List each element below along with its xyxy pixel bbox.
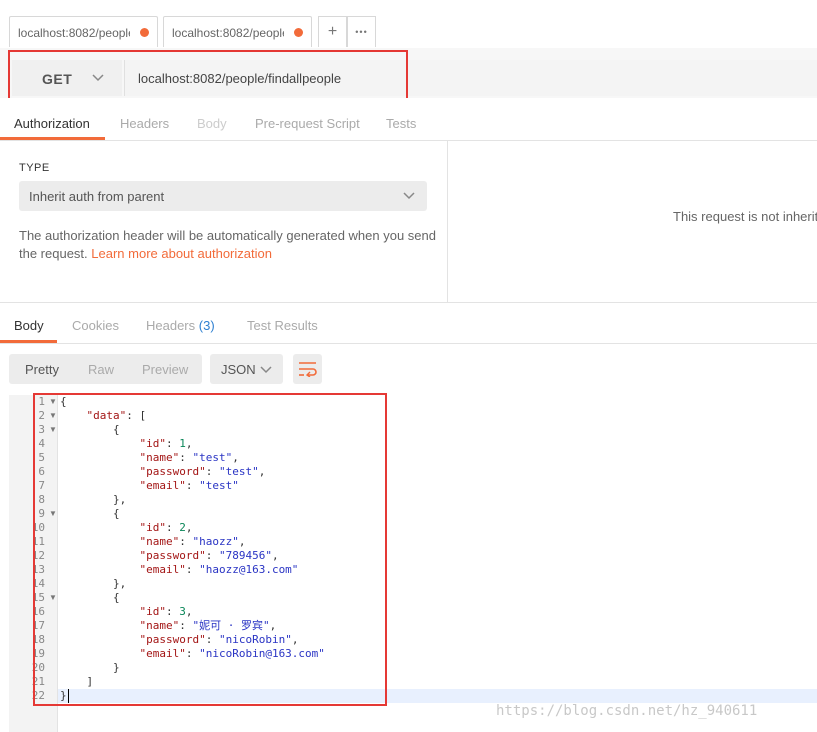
auth-help: The authorization header will be automat…: [19, 227, 439, 263]
tab-response-headers[interactable]: Headers (3): [146, 318, 215, 333]
auth-type-label: TYPE: [19, 162, 50, 174]
format-select[interactable]: JSON: [210, 354, 283, 384]
view-raw-button[interactable]: Raw: [88, 362, 114, 377]
tab-cookies[interactable]: Cookies: [72, 318, 119, 333]
view-mode-group: Pretty Raw Preview: [9, 354, 202, 384]
tab-body[interactable]: Body: [197, 116, 227, 131]
auth-panel: [0, 141, 448, 302]
tab-response-headers-label: Headers: [146, 318, 196, 333]
highlight-box-url: [8, 50, 408, 102]
headers-count-badge: (3): [198, 318, 215, 333]
request-tab-1[interactable]: localhost:8082/people: [9, 16, 158, 47]
inherit-message: This request is not inheriti: [673, 209, 817, 224]
new-tab-button[interactable]: +: [318, 16, 347, 47]
tab-tests[interactable]: Tests: [386, 116, 416, 131]
highlight-box-response: [33, 393, 387, 706]
format-label: JSON: [221, 362, 256, 377]
request-tab-label: localhost:8082/people: [18, 26, 130, 40]
tab-authorization[interactable]: Authorization: [14, 116, 90, 131]
auth-type-select[interactable]: Inherit auth from parent: [19, 181, 427, 211]
view-preview-button[interactable]: Preview: [142, 362, 188, 377]
unsaved-dot-icon: [294, 28, 303, 37]
auth-type-value: Inherit auth from parent: [29, 189, 165, 204]
unsaved-dot-icon: [140, 28, 149, 37]
watermark: https://blog.csdn.net/hz_940611: [496, 703, 758, 719]
tab-test-results[interactable]: Test Results: [247, 318, 318, 333]
chevron-down-icon: [403, 192, 415, 200]
tab-headers[interactable]: Headers: [120, 116, 169, 131]
learn-more-link[interactable]: Learn more about authorization: [91, 246, 272, 261]
wrap-lines-button[interactable]: [293, 354, 322, 384]
active-tab-indicator: [0, 340, 57, 343]
active-tab-indicator: [0, 137, 105, 140]
chevron-down-icon: [260, 366, 272, 374]
tab-response-body[interactable]: Body: [14, 318, 44, 333]
wrap-icon: [299, 362, 317, 377]
view-pretty-button[interactable]: Pretty: [25, 362, 59, 377]
request-tab-label: localhost:8082/people: [172, 26, 284, 40]
more-tabs-button[interactable]: •••: [347, 16, 376, 47]
response-tabs: [0, 303, 817, 344]
tab-pre-request-script[interactable]: Pre-request Script: [255, 116, 360, 131]
request-tab-2[interactable]: localhost:8082/people: [163, 16, 312, 47]
